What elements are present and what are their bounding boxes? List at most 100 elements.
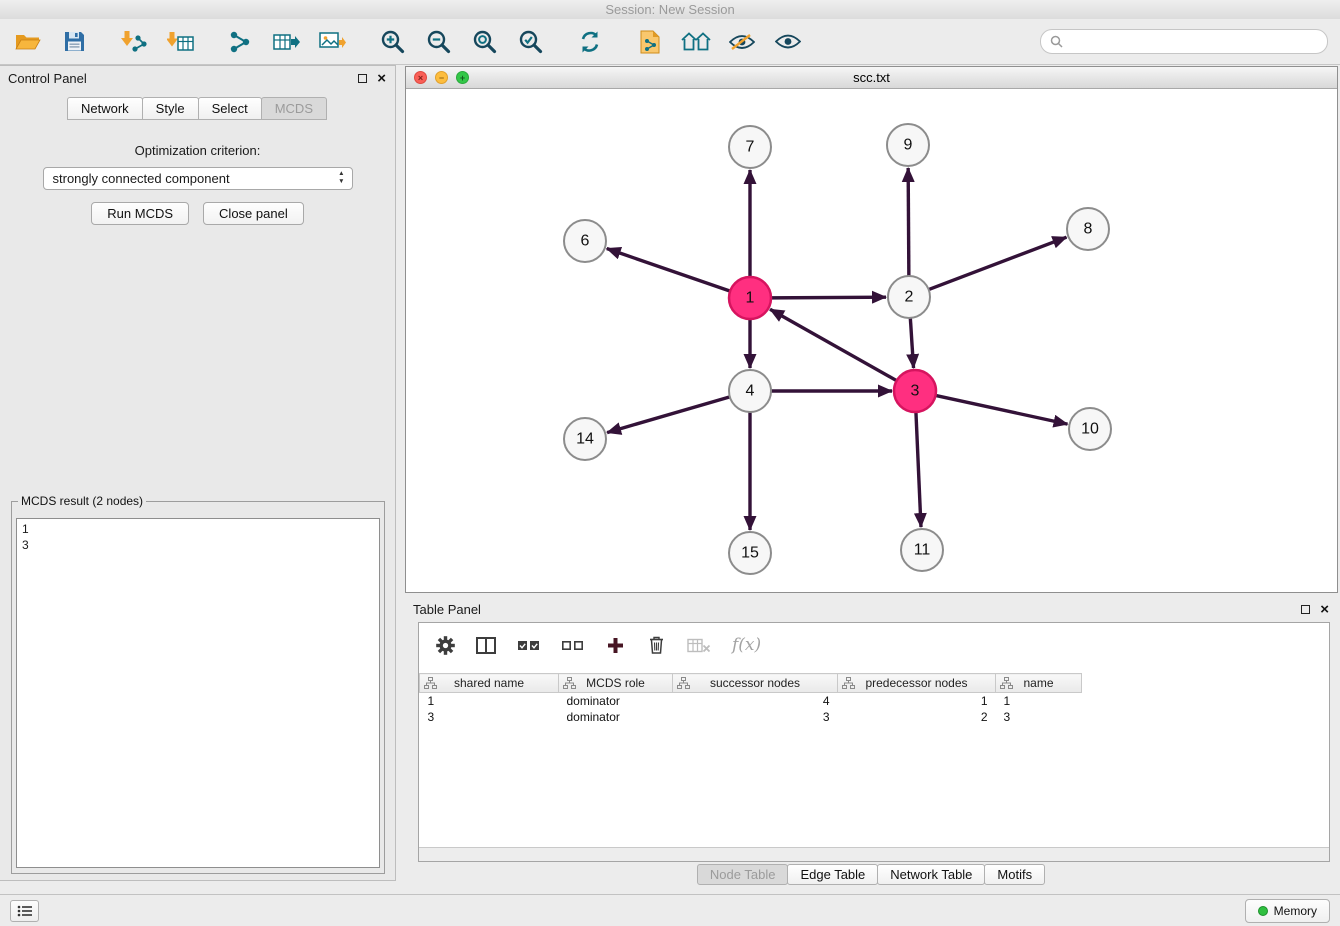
tab-network[interactable]: Network bbox=[67, 97, 143, 120]
graph-edge-3-10[interactable] bbox=[936, 395, 1068, 424]
open-file-button[interactable] bbox=[12, 26, 44, 58]
table-cell[interactable]: 3 bbox=[420, 709, 559, 725]
import-table-file-icon bbox=[167, 31, 194, 53]
table-cell[interactable]: 3 bbox=[673, 709, 838, 725]
mcds-result-title: MCDS result (2 nodes) bbox=[18, 494, 146, 508]
tab-mcds[interactable]: MCDS bbox=[261, 97, 327, 120]
graph-edge-2-9[interactable] bbox=[908, 168, 909, 276]
tab-select[interactable]: Select bbox=[198, 97, 262, 120]
graph-edge-1-6[interactable] bbox=[607, 249, 730, 292]
table-panel-title: Table Panel bbox=[413, 597, 481, 623]
graph-node-3[interactable]: 3 bbox=[894, 370, 936, 412]
deselect-all-rows-button[interactable] bbox=[559, 637, 586, 654]
graph-node-11[interactable]: 11 bbox=[901, 529, 943, 571]
visual-styles-button[interactable] bbox=[726, 26, 758, 58]
select-all-rows-button[interactable] bbox=[515, 637, 542, 654]
import-table-file-button[interactable] bbox=[164, 26, 196, 58]
column-header-successor-nodes[interactable]: successor nodes bbox=[673, 674, 838, 693]
table-panel: Table Panel f(x) shared nameMCDS rolesuc… bbox=[405, 597, 1338, 888]
graph-edge-3-11[interactable] bbox=[916, 412, 921, 527]
delete-column-button[interactable] bbox=[644, 634, 668, 656]
zoom-in-button[interactable] bbox=[376, 26, 408, 58]
clone-network-button[interactable] bbox=[224, 26, 256, 58]
home-button[interactable] bbox=[680, 26, 712, 58]
zoom-selected-button[interactable] bbox=[514, 26, 546, 58]
tab-node-table[interactable]: Node Table bbox=[697, 864, 789, 885]
table-cell[interactable]: 2 bbox=[838, 709, 996, 725]
column-header-mcds-role[interactable]: MCDS role bbox=[559, 674, 673, 693]
float-panel-icon[interactable] bbox=[358, 74, 367, 83]
add-column-button[interactable] bbox=[603, 635, 627, 656]
graph-edge-1-2[interactable] bbox=[771, 297, 886, 298]
graph-edge-4-14[interactable] bbox=[607, 397, 730, 433]
graph-node-15[interactable]: 15 bbox=[729, 532, 771, 574]
clone-network-icon bbox=[228, 31, 252, 53]
criterion-dropdown[interactable]: strongly connected component bbox=[43, 167, 353, 190]
float-table-panel-icon[interactable] bbox=[1301, 605, 1310, 614]
close-window-icon[interactable]: × bbox=[414, 71, 427, 84]
memory-button[interactable]: Memory bbox=[1245, 899, 1330, 923]
save-session-button[interactable] bbox=[58, 26, 90, 58]
graph-edge-2-3[interactable] bbox=[910, 318, 913, 368]
select-all-rows-icon bbox=[517, 639, 540, 652]
table-hscrollbar[interactable] bbox=[419, 847, 1329, 861]
apply-layout-button[interactable] bbox=[574, 26, 606, 58]
table-cell[interactable]: 1 bbox=[420, 693, 559, 709]
graph-edge-3-1[interactable] bbox=[770, 309, 897, 380]
graph-node-10[interactable]: 10 bbox=[1069, 408, 1111, 450]
search-input[interactable] bbox=[1068, 33, 1318, 50]
graph-node-8[interactable]: 8 bbox=[1067, 208, 1109, 250]
search-box[interactable] bbox=[1040, 29, 1328, 54]
run-mcds-button[interactable]: Run MCDS bbox=[91, 202, 189, 225]
graph-node-6[interactable]: 6 bbox=[564, 220, 606, 262]
graph-edge-2-8[interactable] bbox=[929, 237, 1067, 289]
close-panel-icon[interactable] bbox=[377, 69, 386, 89]
task-history-button[interactable] bbox=[10, 900, 39, 922]
show-details-button[interactable] bbox=[772, 26, 804, 58]
zoom-fit-button[interactable] bbox=[468, 26, 500, 58]
column-header-shared-name[interactable]: shared name bbox=[420, 674, 559, 693]
split-columns-button[interactable] bbox=[474, 635, 498, 656]
table-cell[interactable]: dominator bbox=[559, 709, 673, 725]
control-panel-header: Control Panel bbox=[0, 66, 395, 92]
graph-node-9[interactable]: 9 bbox=[887, 124, 929, 166]
node-table-header-row: shared nameMCDS rolesuccessor nodesprede… bbox=[420, 674, 1082, 693]
minimize-window-icon[interactable]: − bbox=[435, 71, 448, 84]
window-title: Session: New Session bbox=[605, 2, 734, 17]
table-cell[interactable]: 1 bbox=[838, 693, 996, 709]
attributes-gear-button[interactable] bbox=[433, 634, 457, 657]
mcds-result-text[interactable]: 1 3 bbox=[16, 518, 380, 868]
graph-node-7[interactable]: 7 bbox=[729, 126, 771, 168]
table-cell[interactable]: dominator bbox=[559, 693, 673, 709]
graph-node-14[interactable]: 14 bbox=[564, 418, 606, 460]
import-network-db-button[interactable] bbox=[270, 26, 302, 58]
import-network-file-button[interactable] bbox=[118, 26, 150, 58]
network-window-titlebar[interactable]: ×−+ scc.txt bbox=[406, 67, 1337, 89]
graph-node-2[interactable]: 2 bbox=[888, 276, 930, 318]
tab-network-table[interactable]: Network Table bbox=[877, 864, 985, 885]
close-table-panel-icon[interactable] bbox=[1320, 600, 1329, 620]
column-header-name[interactable]: name bbox=[996, 674, 1082, 693]
zoom-window-icon[interactable]: + bbox=[456, 71, 469, 84]
tab-style[interactable]: Style bbox=[142, 97, 199, 120]
network-canvas[interactable]: 7 9 6 8 1 2 4 3 14 10 15 11 bbox=[406, 89, 1337, 592]
export-image-button[interactable] bbox=[316, 26, 348, 58]
show-details-icon bbox=[775, 33, 801, 50]
export-image-icon bbox=[319, 31, 346, 52]
close-panel-button[interactable]: Close panel bbox=[203, 202, 304, 225]
svg-text:14: 14 bbox=[576, 431, 594, 448]
tab-motifs[interactable]: Motifs bbox=[984, 864, 1045, 885]
svg-text:10: 10 bbox=[1081, 421, 1099, 438]
svg-text:2: 2 bbox=[905, 289, 914, 306]
table-cell[interactable]: 4 bbox=[673, 693, 838, 709]
table-cell[interactable]: 1 bbox=[996, 693, 1082, 709]
toolbar-group bbox=[224, 26, 348, 58]
network-from-selection-button[interactable] bbox=[634, 26, 666, 58]
tab-edge-table[interactable]: Edge Table bbox=[787, 864, 878, 885]
zoom-out-button[interactable] bbox=[422, 26, 454, 58]
graph-node-1[interactable]: 1 bbox=[729, 277, 771, 319]
graph-node-4[interactable]: 4 bbox=[729, 370, 771, 412]
table-cell[interactable]: 3 bbox=[996, 709, 1082, 725]
network-from-selection-icon bbox=[640, 30, 660, 54]
column-header-predecessor-nodes[interactable]: predecessor nodes bbox=[838, 674, 996, 693]
